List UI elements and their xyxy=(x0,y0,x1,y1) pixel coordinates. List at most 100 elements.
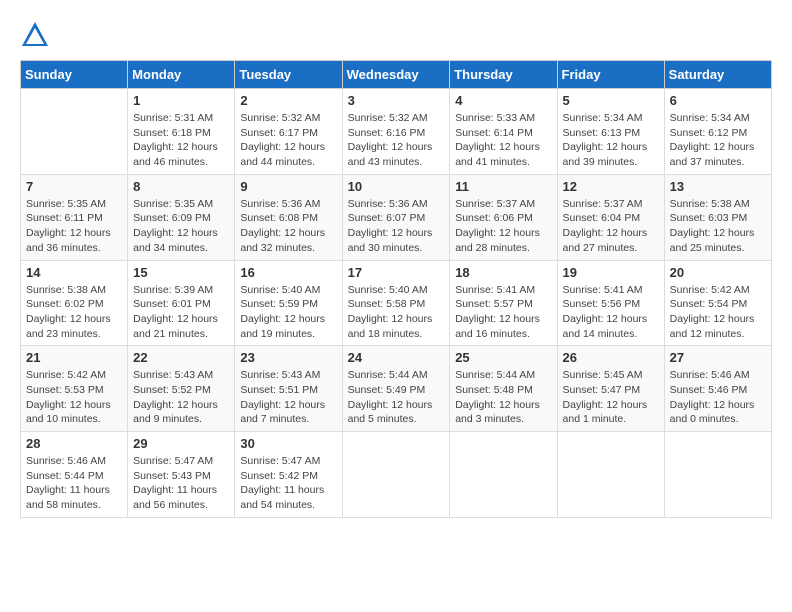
calendar-cell: 16 Sunrise: 5:40 AM Sunset: 5:59 PM Dayli… xyxy=(235,260,342,346)
calendar-cell: 25 Sunrise: 5:44 AM Sunset: 5:48 PM Dayli… xyxy=(450,346,557,432)
calendar-week-row: 1 Sunrise: 5:31 AM Sunset: 6:18 PM Daylig… xyxy=(21,89,772,175)
day-info: Sunrise: 5:45 AM Sunset: 5:47 PM Dayligh… xyxy=(563,368,659,427)
day-info: Sunrise: 5:44 AM Sunset: 5:48 PM Dayligh… xyxy=(455,368,551,427)
day-number: 11 xyxy=(455,179,551,194)
day-info: Sunrise: 5:32 AM Sunset: 6:16 PM Dayligh… xyxy=(348,111,445,170)
day-number: 25 xyxy=(455,350,551,365)
day-number: 23 xyxy=(240,350,336,365)
day-number: 18 xyxy=(455,265,551,280)
day-info: Sunrise: 5:41 AM Sunset: 5:57 PM Dayligh… xyxy=(455,283,551,342)
calendar-cell: 26 Sunrise: 5:45 AM Sunset: 5:47 PM Dayli… xyxy=(557,346,664,432)
calendar-cell: 3 Sunrise: 5:32 AM Sunset: 6:16 PM Daylig… xyxy=(342,89,450,175)
day-number: 4 xyxy=(455,93,551,108)
calendar-cell: 8 Sunrise: 5:35 AM Sunset: 6:09 PM Daylig… xyxy=(128,174,235,260)
day-number: 14 xyxy=(26,265,122,280)
day-info: Sunrise: 5:33 AM Sunset: 6:14 PM Dayligh… xyxy=(455,111,551,170)
day-info: Sunrise: 5:34 AM Sunset: 6:13 PM Dayligh… xyxy=(563,111,659,170)
day-number: 16 xyxy=(240,265,336,280)
calendar-cell xyxy=(21,89,128,175)
calendar-week-row: 21Sunrise: 5:42 AM Sunset: 5:53 PM Dayli… xyxy=(21,346,772,432)
day-number: 10 xyxy=(348,179,445,194)
day-info: Sunrise: 5:39 AM Sunset: 6:01 PM Dayligh… xyxy=(133,283,229,342)
logo xyxy=(20,20,54,50)
calendar-cell: 12 Sunrise: 5:37 AM Sunset: 6:04 PM Dayli… xyxy=(557,174,664,260)
day-number: 12 xyxy=(563,179,659,194)
day-info: Sunrise: 5:38 AM Sunset: 6:02 PM Dayligh… xyxy=(26,283,122,342)
day-number: 3 xyxy=(348,93,445,108)
calendar-cell: 6 Sunrise: 5:34 AM Sunset: 6:12 PM Daylig… xyxy=(664,89,771,175)
day-info: Sunrise: 5:47 AM Sunset: 5:43 PM Dayligh… xyxy=(133,454,229,513)
calendar-cell: 1 Sunrise: 5:31 AM Sunset: 6:18 PM Daylig… xyxy=(128,89,235,175)
weekday-header: Sunday xyxy=(21,61,128,89)
day-number: 2 xyxy=(240,93,336,108)
day-info: Sunrise: 5:31 AM Sunset: 6:18 PM Dayligh… xyxy=(133,111,229,170)
calendar-cell: 11 Sunrise: 5:37 AM Sunset: 6:06 PM Dayli… xyxy=(450,174,557,260)
calendar-cell: 27 Sunrise: 5:46 AM Sunset: 5:46 PM Dayli… xyxy=(664,346,771,432)
day-info: Sunrise: 5:46 AM Sunset: 5:46 PM Dayligh… xyxy=(670,368,766,427)
day-number: 20 xyxy=(670,265,766,280)
calendar-cell: 13Sunrise: 5:38 AM Sunset: 6:03 PM Dayli… xyxy=(664,174,771,260)
logo-icon xyxy=(20,20,50,50)
calendar-body: 1 Sunrise: 5:31 AM Sunset: 6:18 PM Daylig… xyxy=(21,89,772,518)
calendar-cell: 22 Sunrise: 5:43 AM Sunset: 5:52 PM Dayli… xyxy=(128,346,235,432)
weekday-header: Tuesday xyxy=(235,61,342,89)
day-number: 5 xyxy=(563,93,659,108)
calendar-cell: 5 Sunrise: 5:34 AM Sunset: 6:13 PM Daylig… xyxy=(557,89,664,175)
day-info: Sunrise: 5:40 AM Sunset: 5:59 PM Dayligh… xyxy=(240,283,336,342)
calendar-cell xyxy=(342,432,450,518)
calendar-cell: 21Sunrise: 5:42 AM Sunset: 5:53 PM Dayli… xyxy=(21,346,128,432)
day-info: Sunrise: 5:37 AM Sunset: 6:04 PM Dayligh… xyxy=(563,197,659,256)
day-number: 15 xyxy=(133,265,229,280)
calendar-cell: 9Sunrise: 5:36 AM Sunset: 6:08 PM Daylig… xyxy=(235,174,342,260)
day-number: 19 xyxy=(563,265,659,280)
weekday-header: Friday xyxy=(557,61,664,89)
calendar-cell: 2 Sunrise: 5:32 AM Sunset: 6:17 PM Daylig… xyxy=(235,89,342,175)
day-info: Sunrise: 5:37 AM Sunset: 6:06 PM Dayligh… xyxy=(455,197,551,256)
calendar-cell xyxy=(557,432,664,518)
calendar-cell: 15 Sunrise: 5:39 AM Sunset: 6:01 PM Dayli… xyxy=(128,260,235,346)
calendar-week-row: 14 Sunrise: 5:38 AM Sunset: 6:02 PM Dayli… xyxy=(21,260,772,346)
day-info: Sunrise: 5:41 AM Sunset: 5:56 PM Dayligh… xyxy=(563,283,659,342)
calendar-cell: 24 Sunrise: 5:44 AM Sunset: 5:49 PM Dayli… xyxy=(342,346,450,432)
day-number: 24 xyxy=(348,350,445,365)
day-number: 22 xyxy=(133,350,229,365)
day-number: 7 xyxy=(26,179,122,194)
calendar-cell: 17 Sunrise: 5:40 AM Sunset: 5:58 PM Dayli… xyxy=(342,260,450,346)
day-info: Sunrise: 5:43 AM Sunset: 5:52 PM Dayligh… xyxy=(133,368,229,427)
weekday-header: Wednesday xyxy=(342,61,450,89)
calendar-cell: 29Sunrise: 5:47 AM Sunset: 5:43 PM Dayli… xyxy=(128,432,235,518)
calendar-header: SundayMondayTuesdayWednesdayThursdayFrid… xyxy=(21,61,772,89)
calendar-cell: 14 Sunrise: 5:38 AM Sunset: 6:02 PM Dayli… xyxy=(21,260,128,346)
calendar-week-row: 28 Sunrise: 5:46 AM Sunset: 5:44 PM Dayli… xyxy=(21,432,772,518)
calendar-cell xyxy=(664,432,771,518)
day-info: Sunrise: 5:38 AM Sunset: 6:03 PM Dayligh… xyxy=(670,197,766,256)
day-number: 17 xyxy=(348,265,445,280)
day-number: 27 xyxy=(670,350,766,365)
day-info: Sunrise: 5:46 AM Sunset: 5:44 PM Dayligh… xyxy=(26,454,122,513)
weekday-header: Thursday xyxy=(450,61,557,89)
day-info: Sunrise: 5:47 AM Sunset: 5:42 PM Dayligh… xyxy=(240,454,336,513)
page-header xyxy=(20,20,772,50)
day-info: Sunrise: 5:35 AM Sunset: 6:09 PM Dayligh… xyxy=(133,197,229,256)
day-number: 8 xyxy=(133,179,229,194)
calendar-cell: 23Sunrise: 5:43 AM Sunset: 5:51 PM Dayli… xyxy=(235,346,342,432)
day-info: Sunrise: 5:40 AM Sunset: 5:58 PM Dayligh… xyxy=(348,283,445,342)
day-number: 9 xyxy=(240,179,336,194)
day-info: Sunrise: 5:32 AM Sunset: 6:17 PM Dayligh… xyxy=(240,111,336,170)
day-info: Sunrise: 5:35 AM Sunset: 6:11 PM Dayligh… xyxy=(26,197,122,256)
day-info: Sunrise: 5:42 AM Sunset: 5:54 PM Dayligh… xyxy=(670,283,766,342)
calendar-cell: 28 Sunrise: 5:46 AM Sunset: 5:44 PM Dayli… xyxy=(21,432,128,518)
calendar-cell: 10Sunrise: 5:36 AM Sunset: 6:07 PM Dayli… xyxy=(342,174,450,260)
day-number: 6 xyxy=(670,93,766,108)
day-info: Sunrise: 5:34 AM Sunset: 6:12 PM Dayligh… xyxy=(670,111,766,170)
day-number: 26 xyxy=(563,350,659,365)
day-number: 1 xyxy=(133,93,229,108)
weekday-header: Saturday xyxy=(664,61,771,89)
day-info: Sunrise: 5:44 AM Sunset: 5:49 PM Dayligh… xyxy=(348,368,445,427)
day-number: 21 xyxy=(26,350,122,365)
weekday-header: Monday xyxy=(128,61,235,89)
day-number: 30 xyxy=(240,436,336,451)
calendar-cell: 7 Sunrise: 5:35 AM Sunset: 6:11 PM Daylig… xyxy=(21,174,128,260)
calendar-cell: 30 Sunrise: 5:47 AM Sunset: 5:42 PM Dayli… xyxy=(235,432,342,518)
day-number: 28 xyxy=(26,436,122,451)
